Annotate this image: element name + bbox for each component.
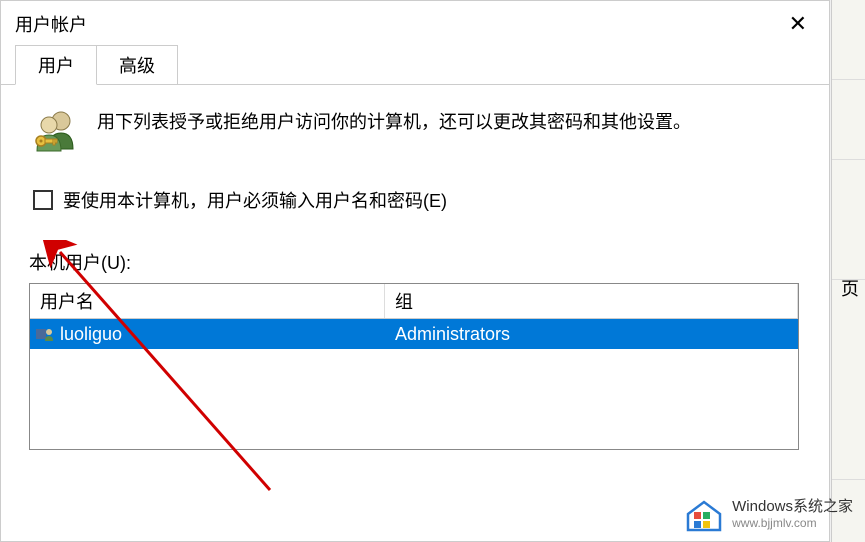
watermark-text: Windows系统之家 www.bjjmlv.com — [732, 498, 853, 530]
cell-username: luoliguo — [30, 324, 385, 345]
description-row: 用下列表授予或拒绝用户访问你的计算机，还可以更改其密码和其他设置。 — [29, 105, 801, 157]
require-password-checkbox[interactable] — [33, 190, 53, 210]
table-row[interactable]: luoliguo Administrators — [30, 319, 798, 349]
user-accounts-window: 用户帐户 ✕ 用户 高级 用下列表授予或拒绝用户访问你的计算机，还可以更改其密码… — [0, 0, 830, 542]
close-icon[interactable]: ✕ — [781, 13, 815, 35]
watermark-url: www.bjjmlv.com — [732, 516, 853, 530]
watermark-title: Windows系统之家 — [732, 498, 853, 516]
require-password-label: 要使用本计算机，用户必须输入用户名和密码(E) — [63, 187, 447, 213]
watermark-logo-icon — [684, 494, 724, 534]
table-header: 用户名 组 — [30, 284, 798, 319]
column-group[interactable]: 组 — [385, 284, 798, 318]
require-password-row[interactable]: 要使用本计算机，用户必须输入用户名和密码(E) — [33, 187, 801, 213]
username-value: luoliguo — [60, 324, 122, 345]
titlebar: 用户帐户 ✕ — [1, 1, 829, 45]
column-username[interactable]: 用户名 — [30, 284, 385, 318]
users-keys-icon — [29, 105, 81, 157]
users-table: 用户名 组 luoliguo Administrators — [29, 283, 799, 450]
watermark: Windows系统之家 www.bjjmlv.com — [684, 494, 853, 534]
user-row-icon — [36, 327, 54, 341]
cell-group: Administrators — [385, 324, 798, 345]
background-strip — [831, 0, 865, 542]
tab-strip: 用户 高级 — [1, 45, 829, 85]
side-fragment-text: 页 — [841, 275, 859, 301]
window-title: 用户帐户 — [15, 11, 87, 37]
users-list-label: 本机用户(U): — [29, 249, 801, 275]
tab-content: 用下列表授予或拒绝用户访问你的计算机，还可以更改其密码和其他设置。 要使用本计算… — [1, 85, 829, 470]
tab-users[interactable]: 用户 — [15, 45, 97, 85]
table-empty-area[interactable] — [30, 349, 798, 449]
description-text: 用下列表授予或拒绝用户访问你的计算机，还可以更改其密码和其他设置。 — [97, 105, 691, 138]
tab-advanced[interactable]: 高级 — [97, 45, 178, 84]
